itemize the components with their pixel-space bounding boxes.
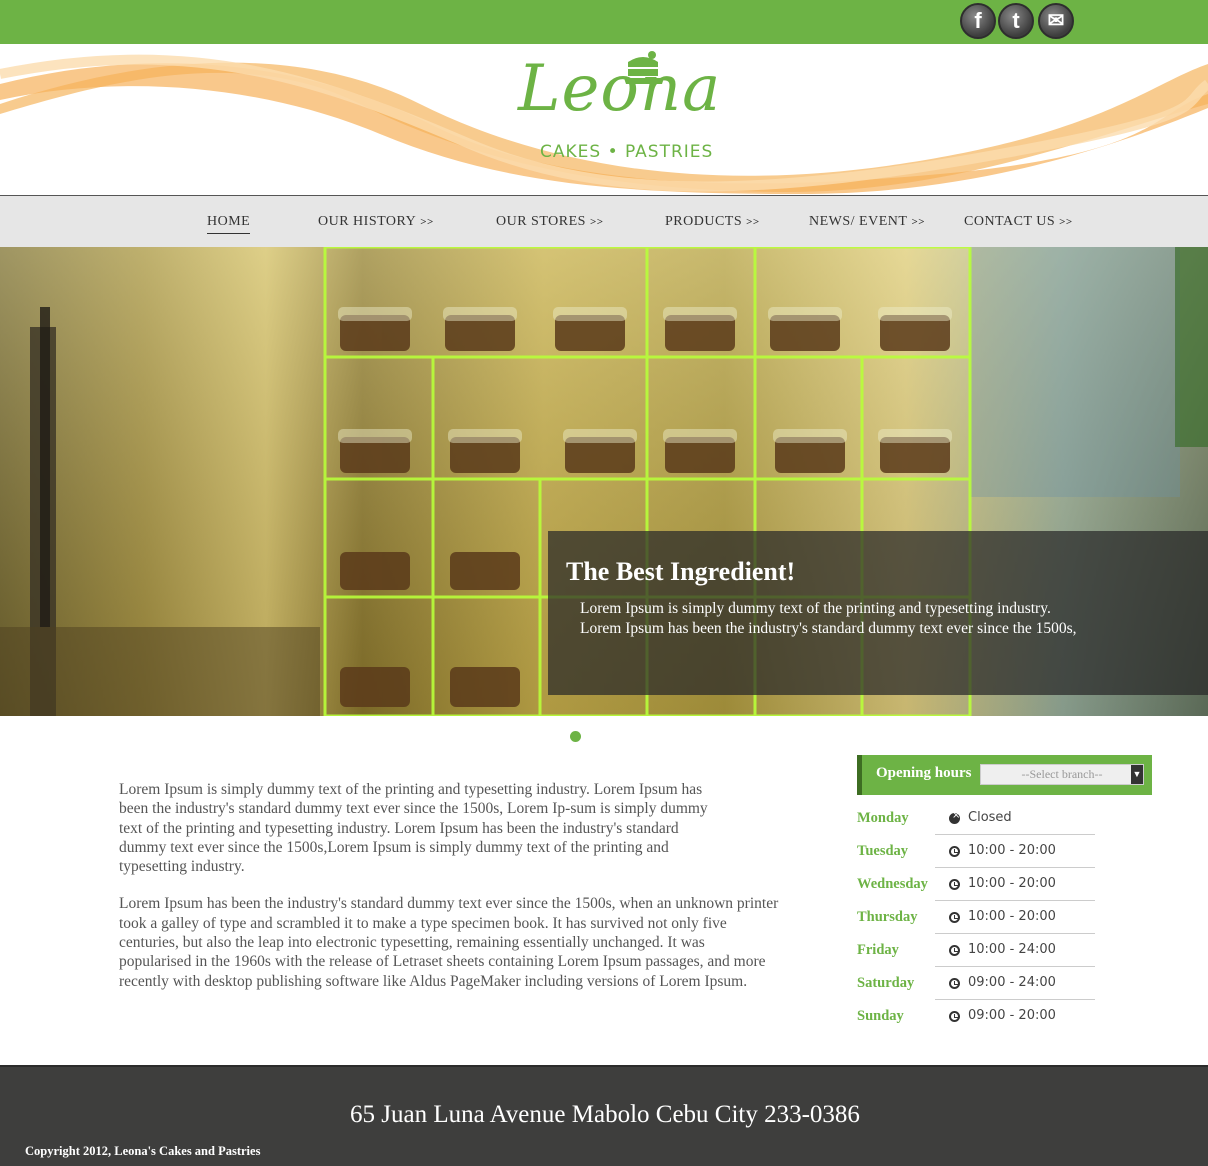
nav-item-home[interactable]: HOME [207, 214, 251, 234]
hours-day: Tuesday [857, 843, 909, 859]
content-paragraph-2: Lorem Ipsum has been the industry's stan… [119, 895, 779, 990]
opening-hours-title: Opening hours [876, 765, 972, 781]
opening-hours-table: Monday Closed Tuesday 10:00 - 20:00 Wedn… [857, 802, 1097, 1033]
clock-icon [949, 879, 960, 890]
nav-label: HOME [207, 214, 251, 229]
nav-arrows: >> [911, 216, 925, 228]
nav-label: NEWS/ EVENT [809, 214, 908, 229]
hours-cell: Closed [935, 802, 1095, 835]
mail-icon[interactable]: ✉ [1038, 3, 1074, 39]
hours-time: 10:00 - 20:00 [968, 876, 1056, 891]
top-bar: f t ✉ [0, 0, 1208, 44]
hours-row-thursday: Thursday 10:00 - 20:00 [857, 901, 1097, 934]
hours-time: 10:00 - 20:00 [968, 909, 1056, 924]
facebook-icon[interactable]: f [960, 3, 996, 39]
branch-select-value: --Select branch-- [1021, 767, 1103, 781]
clock-icon [949, 846, 960, 857]
main-nav: HOME OUR HISTORY >> OUR STORES >> PRODUCTS… [0, 195, 1208, 247]
clock-icon [949, 945, 960, 956]
hero-text: Lorem Ipsum is simply dummy text of the … [580, 599, 1200, 639]
hours-day: Monday [857, 810, 909, 826]
nav-item-our-stores[interactable]: OUR STORES >> [496, 214, 603, 230]
hours-time: 10:00 - 20:00 [968, 843, 1056, 858]
hours-row-sunday: Sunday 09:00 - 20:00 [857, 1000, 1097, 1033]
hero-caption: The Best Ingredient! Lorem Ipsum is simp… [548, 531, 1208, 695]
branch-select[interactable]: --Select branch-- ▼ [980, 764, 1144, 785]
hours-row-wednesday: Wednesday 10:00 - 20:00 [857, 868, 1097, 901]
content-paragraph-1: Lorem Ipsum is simply dummy text of the … [119, 781, 708, 876]
hours-row-saturday: Saturday 09:00 - 24:00 [857, 967, 1097, 1000]
clock-icon [949, 912, 960, 923]
opening-hours-header: Opening hours --Select branch-- ▼ [857, 755, 1152, 795]
hours-time: 09:00 - 24:00 [968, 975, 1056, 990]
nav-item-contact-us[interactable]: CONTACT US >> [964, 214, 1073, 230]
nav-label: PRODUCTS [665, 214, 743, 229]
hours-day: Sunday [857, 1008, 904, 1024]
clock-icon [949, 978, 960, 989]
hours-time: 10:00 - 24:00 [968, 942, 1056, 957]
closed-icon [949, 810, 960, 824]
hours-day: Thursday [857, 909, 918, 925]
footer-address: 65 Juan Luna Avenue Mabolo Cebu City 233… [350, 1101, 860, 1128]
header: Leona CAKES • PASTRIES [0, 44, 1208, 195]
nav-item-news-event[interactable]: NEWS/ EVENT >> [809, 214, 925, 230]
twitter-icon[interactable]: t [998, 3, 1034, 39]
chevron-down-icon: ▼ [1131, 765, 1143, 784]
hours-time: Closed [968, 810, 1012, 825]
hours-cell: 10:00 - 20:00 [935, 901, 1095, 934]
hours-cell: 09:00 - 20:00 [935, 1000, 1095, 1033]
logo-wordmark: Leona [518, 52, 722, 126]
hours-row-friday: Friday 10:00 - 24:00 [857, 934, 1097, 967]
nav-label: CONTACT US [964, 214, 1056, 229]
hours-row-monday: Monday Closed [857, 802, 1097, 835]
leona-logo[interactable]: Leona CAKES • PASTRIES [500, 44, 750, 195]
nav-label: OUR HISTORY [318, 214, 417, 229]
hours-day: Saturday [857, 975, 915, 991]
hours-cell: 10:00 - 20:00 [935, 868, 1095, 901]
hero-title: The Best Ingredient! [566, 557, 796, 586]
logo-tagline: CAKES • PASTRIES [540, 142, 714, 162]
hours-cell: 10:00 - 24:00 [935, 934, 1095, 967]
slider-dot-active[interactable] [570, 731, 581, 742]
main-content: Lorem Ipsum is simply dummy text of the … [119, 780, 779, 1009]
hours-day: Friday [857, 942, 899, 958]
nav-item-our-history[interactable]: OUR HISTORY >> [318, 214, 434, 230]
nav-arrows: >> [1059, 216, 1073, 228]
hours-row-tuesday: Tuesday 10:00 - 20:00 [857, 835, 1097, 868]
hours-time: 09:00 - 20:00 [968, 1008, 1056, 1023]
footer: 65 Juan Luna Avenue Mabolo Cebu City 233… [0, 1065, 1208, 1166]
nav-item-products[interactable]: PRODUCTS >> [665, 214, 760, 230]
nav-label: OUR STORES [496, 214, 586, 229]
nav-arrows: >> [746, 216, 760, 228]
footer-copyright: Copyright 2012, Leona's Cakes and Pastri… [25, 1144, 261, 1158]
hero-slider[interactable]: The Best Ingredient! Lorem Ipsum is simp… [0, 247, 1208, 716]
nav-arrows: >> [420, 216, 434, 228]
hero-text-line-2: Lorem Ipsum has been the industry's stan… [580, 620, 1077, 637]
hero-text-line-1: Lorem Ipsum is simply dummy text of the … [580, 600, 1051, 617]
hours-day: Wednesday [857, 876, 928, 892]
hours-cell: 09:00 - 24:00 [935, 967, 1095, 1000]
hours-cell: 10:00 - 20:00 [935, 835, 1095, 868]
nav-arrows: >> [589, 216, 604, 228]
clock-icon [949, 1011, 960, 1022]
